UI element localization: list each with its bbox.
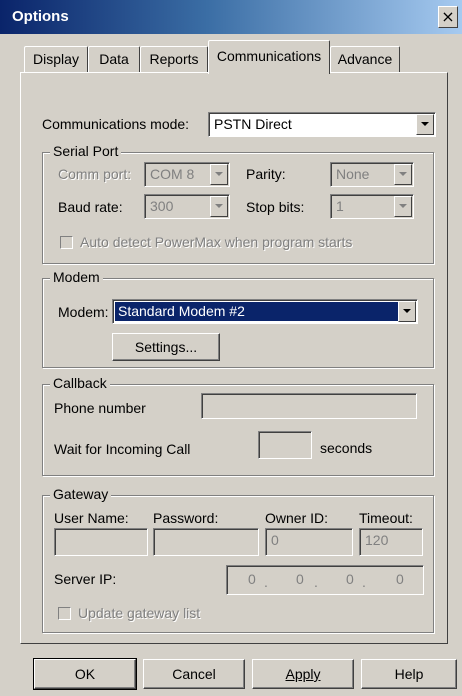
title-bar: Options ×	[0, 0, 462, 34]
server-ip-octet-3: 0	[346, 571, 354, 587]
ip-separator-dot: .	[314, 574, 318, 590]
password-field[interactable]	[153, 528, 259, 556]
modem-value: Standard Modem #2	[118, 303, 245, 319]
serial-port-legend: Serial Port	[50, 143, 122, 159]
chevron-down-icon[interactable]	[416, 114, 434, 135]
stop-bits-label: Stop bits:	[246, 199, 305, 215]
tab-data[interactable]: Data	[88, 46, 140, 73]
tab-communications[interactable]: Communications	[208, 40, 330, 74]
tab-reports[interactable]: Reports	[140, 46, 208, 73]
seconds-label: seconds	[320, 440, 373, 456]
stop-bits-value: 1	[336, 198, 344, 214]
baud-rate-value: 300	[150, 198, 174, 214]
chevron-down-icon[interactable]	[394, 196, 412, 217]
parity-select[interactable]: None	[330, 162, 414, 187]
tab-advance-label: Advance	[337, 51, 393, 67]
stop-bits-select[interactable]: 1	[330, 194, 414, 219]
update-gateway-checkbox[interactable]	[58, 607, 71, 620]
modem-label: Modem:	[58, 304, 109, 320]
window-title: Options	[12, 8, 69, 25]
apply-button[interactable]: Apply	[252, 659, 354, 689]
tab-communications-label: Communications	[216, 48, 322, 64]
cancel-button[interactable]: Cancel	[143, 659, 245, 689]
baud-rate-label: Baud rate:	[58, 199, 123, 215]
tab-display-label: Display	[33, 51, 79, 67]
parity-label: Parity:	[246, 166, 286, 182]
tab-advance[interactable]: Advance	[330, 46, 400, 73]
chevron-down-icon[interactable]	[394, 164, 412, 185]
chevron-down-icon[interactable]	[210, 164, 228, 185]
comm-port-label: Comm port:	[58, 166, 132, 182]
ok-button[interactable]: OK	[33, 658, 137, 690]
wait-incoming-call-label: Wait for Incoming Call	[54, 441, 191, 457]
comm-port-select[interactable]: COM 8	[144, 162, 230, 187]
auto-detect-checkbox[interactable]	[60, 236, 73, 249]
chevron-down-icon[interactable]	[398, 301, 416, 322]
owner-id-label: Owner ID:	[265, 510, 329, 526]
modem-select[interactable]: Standard Modem #2	[112, 299, 418, 324]
timeout-label: Timeout:	[359, 510, 413, 526]
wait-seconds-field[interactable]	[258, 431, 312, 459]
close-button[interactable]: ×	[438, 6, 458, 28]
chevron-down-icon[interactable]	[210, 196, 228, 217]
ip-separator-dot: .	[264, 574, 268, 590]
server-ip-octet-1: 0	[248, 571, 256, 587]
help-button[interactable]: Help	[361, 659, 457, 689]
tab-display[interactable]: Display	[24, 46, 88, 73]
phone-number-field[interactable]	[201, 393, 417, 419]
parity-value: None	[336, 166, 370, 182]
communications-mode-select[interactable]: PSTN Direct	[208, 112, 436, 137]
modem-settings-button[interactable]: Settings...	[112, 333, 220, 361]
user-name-field[interactable]	[54, 528, 148, 556]
user-name-label: User Name:	[54, 510, 129, 526]
tab-reports-label: Reports	[149, 51, 199, 67]
close-icon: ×	[441, 7, 455, 26]
communications-mode-label: Communications mode:	[42, 116, 190, 132]
ip-separator-dot: .	[362, 574, 366, 590]
phone-number-label: Phone number	[54, 400, 146, 416]
auto-detect-label: Auto detect PowerMax when program starts	[80, 234, 353, 250]
baud-rate-select[interactable]: 300	[144, 194, 230, 219]
owner-id-field[interactable]: 0	[265, 528, 353, 556]
communications-mode-value: PSTN Direct	[214, 116, 292, 132]
timeout-field[interactable]: 120	[359, 528, 423, 556]
gateway-legend: Gateway	[50, 486, 112, 502]
server-ip-octet-2: 0	[296, 571, 304, 587]
server-ip-octet-4: 0	[396, 571, 404, 587]
comm-port-value: COM 8	[150, 166, 195, 182]
tab-data-label: Data	[99, 51, 129, 67]
update-gateway-label: Update gateway list	[78, 605, 201, 621]
server-ip-label: Server IP:	[54, 571, 117, 587]
password-label: Password:	[153, 510, 219, 526]
modem-legend: Modem	[50, 269, 103, 285]
callback-legend: Callback	[50, 375, 110, 391]
